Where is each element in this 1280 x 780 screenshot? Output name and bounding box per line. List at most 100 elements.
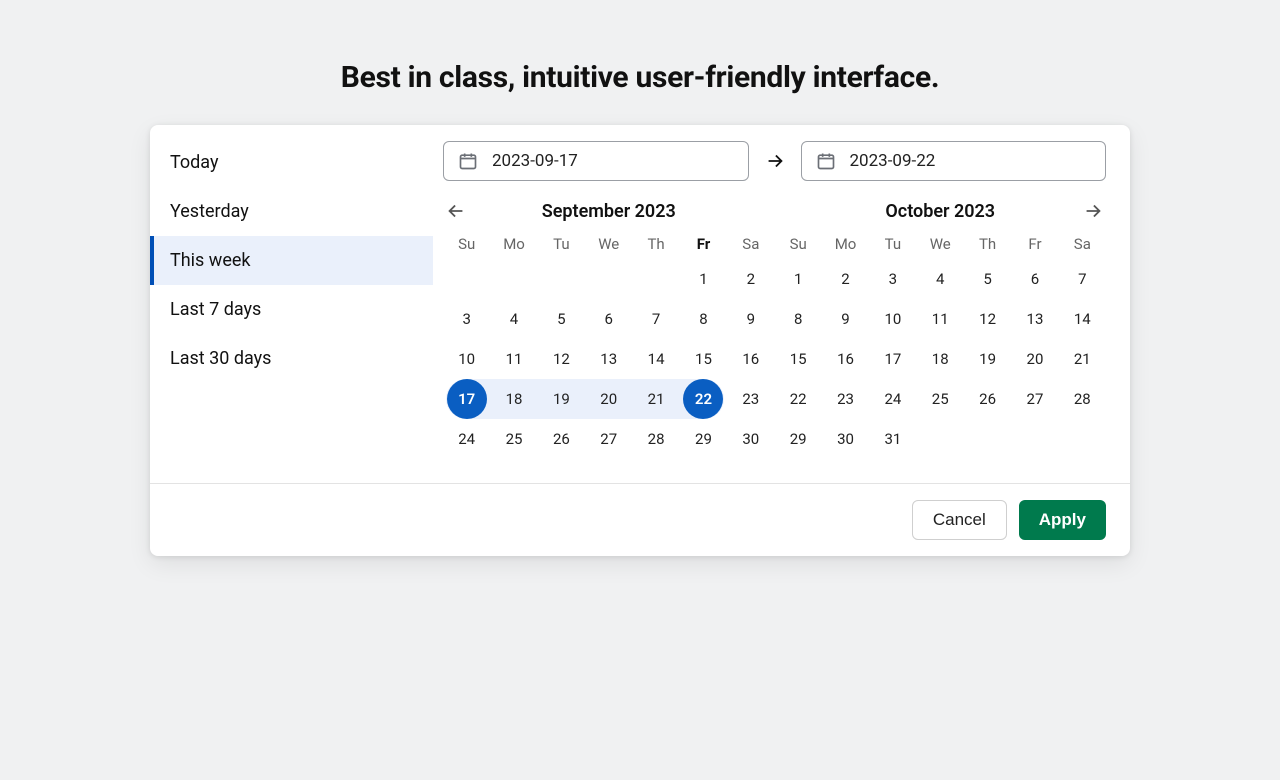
- calendar-day[interactable]: 13: [589, 339, 629, 379]
- calendar-day[interactable]: 23: [731, 379, 771, 419]
- calendar-day[interactable]: 10: [873, 299, 913, 339]
- dialog-footer: Cancel Apply: [150, 483, 1130, 556]
- calendar-day[interactable]: 8: [683, 299, 723, 339]
- calendar-day[interactable]: 15: [778, 339, 818, 379]
- prev-month-button[interactable]: [441, 196, 471, 226]
- calendar-day[interactable]: 15: [683, 339, 723, 379]
- calendar-day[interactable]: 3: [873, 259, 913, 299]
- calendar-day[interactable]: 30: [826, 419, 866, 459]
- calendar-day[interactable]: 8: [778, 299, 818, 339]
- calendar-day[interactable]: 17: [873, 339, 913, 379]
- end-date-input[interactable]: 2023-09-22: [801, 141, 1107, 181]
- weekday-label: Tu: [869, 235, 916, 253]
- weekday-label: Tu: [538, 235, 585, 253]
- calendar-day[interactable]: 17: [447, 379, 487, 419]
- calendar-day[interactable]: 12: [968, 299, 1008, 339]
- calendar-day[interactable]: 13: [1015, 299, 1055, 339]
- calendar-day[interactable]: 25: [920, 379, 960, 419]
- calendar-day[interactable]: 9: [826, 299, 866, 339]
- weekday-label: Su: [775, 235, 822, 253]
- calendar-day[interactable]: 14: [1062, 299, 1102, 339]
- calendar-day[interactable]: 26: [541, 419, 581, 459]
- sidebar-item-last-30-days[interactable]: Last 30 days: [150, 334, 433, 383]
- end-date-value: 2023-09-22: [850, 151, 936, 171]
- calendar-day[interactable]: 3: [447, 299, 487, 339]
- weekday-label: Th: [964, 235, 1011, 253]
- calendar-day[interactable]: 31: [873, 419, 913, 459]
- preset-sidebar: TodayYesterdayThis weekLast 7 daysLast 3…: [150, 125, 433, 483]
- calendar-day[interactable]: 18: [920, 339, 960, 379]
- weekday-label: Mo: [490, 235, 537, 253]
- calendar-day[interactable]: 12: [541, 339, 581, 379]
- calendar-day[interactable]: 24: [873, 379, 913, 419]
- calendar-day[interactable]: 16: [731, 339, 771, 379]
- calendar-day[interactable]: 1: [778, 259, 818, 299]
- calendar-day[interactable]: 2: [731, 259, 771, 299]
- calendar-day[interactable]: 6: [1015, 259, 1055, 299]
- calendar-day[interactable]: 11: [920, 299, 960, 339]
- next-month-button[interactable]: [1078, 196, 1108, 226]
- calendar-day[interactable]: 6: [589, 299, 629, 339]
- calendar-icon: [816, 151, 836, 171]
- calendar-day[interactable]: 14: [636, 339, 676, 379]
- start-date-input[interactable]: 2023-09-17: [443, 141, 749, 181]
- calendar-day[interactable]: 4: [494, 299, 534, 339]
- calendar-day[interactable]: 7: [1062, 259, 1102, 299]
- calendar-day[interactable]: 2: [826, 259, 866, 299]
- weekday-label: Mo: [822, 235, 869, 253]
- month-title: October 2023: [885, 201, 995, 222]
- calendar-day[interactable]: 28: [636, 419, 676, 459]
- calendar-day[interactable]: 27: [1015, 379, 1055, 419]
- arrow-right-icon: [763, 149, 787, 173]
- calendar-day[interactable]: 5: [541, 299, 581, 339]
- cancel-button[interactable]: Cancel: [912, 500, 1007, 540]
- calendar-day[interactable]: 7: [636, 299, 676, 339]
- calendar-icon: [458, 151, 478, 171]
- calendar-day[interactable]: 20: [589, 379, 629, 419]
- month-title: September 2023: [542, 201, 676, 222]
- sidebar-item-last-7-days[interactable]: Last 7 days: [150, 285, 433, 334]
- calendar-day[interactable]: 30: [731, 419, 771, 459]
- calendar-day[interactable]: 16: [826, 339, 866, 379]
- calendar-day[interactable]: 21: [636, 379, 676, 419]
- calendar-day[interactable]: 11: [494, 339, 534, 379]
- apply-button[interactable]: Apply: [1019, 500, 1106, 540]
- weekday-label: Th: [632, 235, 679, 253]
- date-range-picker: TodayYesterdayThis weekLast 7 daysLast 3…: [150, 125, 1130, 556]
- start-date-value: 2023-09-17: [492, 151, 578, 171]
- calendar-day[interactable]: 27: [589, 419, 629, 459]
- calendar-day[interactable]: 26: [968, 379, 1008, 419]
- calendar-day[interactable]: 29: [778, 419, 818, 459]
- calendar-day[interactable]: 1: [683, 259, 723, 299]
- calendar-main: 2023-09-17 2023-09-22 September 2023SuMo…: [433, 125, 1130, 483]
- calendar-day[interactable]: 23: [826, 379, 866, 419]
- calendar-day[interactable]: 29: [683, 419, 723, 459]
- calendar-day[interactable]: 10: [447, 339, 487, 379]
- calendar-day[interactable]: 19: [968, 339, 1008, 379]
- weekday-label: We: [917, 235, 964, 253]
- calendar-day[interactable]: 5: [968, 259, 1008, 299]
- calendar-day[interactable]: 18: [494, 379, 534, 419]
- calendar-day[interactable]: 22: [683, 379, 723, 419]
- weekday-label: We: [585, 235, 632, 253]
- calendar-day[interactable]: 4: [920, 259, 960, 299]
- page-headline: Best in class, intuitive user-friendly i…: [0, 60, 1280, 95]
- calendar-day[interactable]: 24: [447, 419, 487, 459]
- calendar-day[interactable]: 25: [494, 419, 534, 459]
- calendar-day[interactable]: 9: [731, 299, 771, 339]
- month-0: September 2023SuMoTuWeThFrSa123456789101…: [443, 193, 775, 459]
- calendar-day[interactable]: 28: [1062, 379, 1102, 419]
- sidebar-item-yesterday[interactable]: Yesterday: [150, 187, 433, 236]
- weekday-label: Sa: [1059, 235, 1106, 253]
- weekday-label: Fr: [680, 235, 727, 253]
- sidebar-item-this-week[interactable]: This week: [150, 236, 433, 285]
- sidebar-item-today[interactable]: Today: [150, 138, 433, 187]
- weekday-label: Su: [443, 235, 490, 253]
- month-1: October 2023SuMoTuWeThFrSa12345678910111…: [775, 193, 1107, 459]
- weekday-label: Sa: [727, 235, 774, 253]
- calendar-day[interactable]: 21: [1062, 339, 1102, 379]
- calendar-day[interactable]: 19: [541, 379, 581, 419]
- calendar-day[interactable]: 20: [1015, 339, 1055, 379]
- calendar-day[interactable]: 22: [778, 379, 818, 419]
- weekday-label: Fr: [1011, 235, 1058, 253]
